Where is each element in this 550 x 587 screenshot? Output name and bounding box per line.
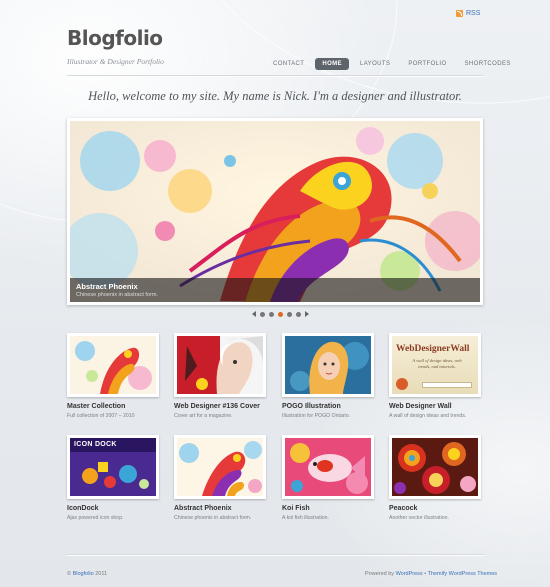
nav-contact[interactable]: CONTACT: [266, 58, 311, 70]
portfolio-thumb[interactable]: ICON DOCK: [67, 435, 159, 499]
rss-link[interactable]: RSS: [456, 10, 480, 17]
slide-caption: Abstract Phoenix Chinese phoenix in abst…: [70, 278, 480, 302]
copyright-year: 2011: [93, 571, 108, 577]
portfolio-thumb[interactable]: [67, 333, 159, 397]
portfolio-desc: Full collection of 2007 – 2010: [67, 413, 135, 419]
featured-slider[interactable]: Abstract Phoenix Chinese phoenix in abst…: [67, 118, 483, 305]
portfolio-thumb[interactable]: [282, 435, 374, 499]
portfolio-item[interactable]: Abstract Phoenix Chinese phoenix in abst…: [174, 435, 266, 521]
portfolio-title[interactable]: Web Designer #136 Cover: [174, 403, 266, 410]
peacock-image: [392, 438, 478, 496]
slide-image-abstract-phoenix: [70, 121, 480, 302]
footer-copyright: © Blogfolio 2011: [67, 571, 107, 577]
web-designer-cover-image: [177, 336, 263, 394]
slide-title[interactable]: Abstract Phoenix: [76, 282, 474, 291]
footer-site-link[interactable]: Blogfolio: [73, 571, 94, 577]
wdw-thumb-subtitle: A wall of design ideas, web trends, and …: [412, 358, 462, 369]
portfolio-item[interactable]: Web Designer #136 Cover Cover art for a …: [174, 333, 266, 419]
portfolio-desc: A koi fish illustration.: [282, 515, 329, 521]
wdw-thumb-bird: [396, 378, 408, 390]
portfolio-title[interactable]: Abstract Phoenix: [174, 505, 266, 512]
next-arrow-icon[interactable]: [305, 311, 309, 317]
portfolio-thumb[interactable]: WebDesignerWall A wall of design ideas, …: [389, 333, 481, 397]
main-nav: CONTACT HOME LAYOUTS PORTFOLIO SHORTCODE…: [266, 58, 522, 70]
slider-dot-3[interactable]: [278, 311, 283, 317]
portfolio-title[interactable]: Koi Fish: [282, 505, 374, 512]
themify-link[interactable]: Themify WordPress Themes: [428, 571, 497, 577]
portfolio-thumb[interactable]: [174, 333, 266, 397]
slider-dot-1[interactable]: [260, 311, 265, 317]
master-collection-image: [70, 336, 156, 394]
portfolio-item[interactable]: Master Collection Full collection of 200…: [67, 333, 159, 419]
prev-arrow-icon[interactable]: [252, 311, 256, 317]
site-tagline: Illustrator & Designer Portfolio: [67, 57, 164, 66]
icondock-thumb-title: ICON DOCK: [74, 441, 117, 448]
portfolio-thumb[interactable]: [174, 435, 266, 499]
pogo-illustration-image: [285, 336, 371, 394]
portfolio-title[interactable]: Peacock: [389, 505, 481, 512]
nav-shortcodes[interactable]: SHORTCODES: [458, 58, 518, 70]
slider-dot-4[interactable]: [287, 311, 292, 317]
portfolio-thumb[interactable]: [282, 333, 374, 397]
header-divider: [67, 75, 483, 76]
slider-dot-2[interactable]: [269, 311, 274, 317]
nav-home[interactable]: HOME: [315, 58, 349, 70]
portfolio-title[interactable]: POGO Illustration: [282, 403, 374, 410]
slider-pager: [252, 311, 309, 317]
rss-label: RSS: [466, 10, 481, 17]
portfolio-item[interactable]: POGO Illustration Illustration for POGO …: [282, 333, 374, 419]
portfolio-item[interactable]: ICON DOCK IconDock Ajax powered icon sho…: [67, 435, 159, 521]
welcome-message: Hello, welcome to my site. My name is Ni…: [88, 89, 462, 103]
portfolio-item[interactable]: WebDesignerWall A wall of design ideas, …: [389, 333, 481, 419]
portfolio-desc: Cover art for a magazine.: [174, 413, 233, 419]
portfolio-thumb[interactable]: [389, 435, 481, 499]
portfolio-item[interactable]: Koi Fish A koi fish illustration.: [282, 435, 374, 521]
abstract-phoenix-thumb-image: [177, 438, 263, 496]
powered-by-label: Powered by: [365, 571, 396, 577]
portfolio-title[interactable]: Master Collection: [67, 403, 159, 410]
portfolio-title[interactable]: IconDock: [67, 505, 159, 512]
wordpress-link[interactable]: WordPress: [396, 571, 423, 577]
koi-fish-image: [285, 438, 371, 496]
site-logo[interactable]: Blogfolio: [67, 26, 163, 50]
slide-subtitle: Chinese phoenix in abstract form.: [76, 292, 158, 298]
nav-portfolio[interactable]: PORTFOLIO: [401, 58, 453, 70]
slider-dot-5[interactable]: [296, 311, 301, 317]
wdw-thumb-search: [422, 382, 472, 388]
portfolio-desc: A wall of design ideas and trends.: [389, 413, 467, 419]
portfolio-item[interactable]: Peacock Another vector illustration.: [389, 435, 481, 521]
nav-layouts[interactable]: LAYOUTS: [353, 58, 397, 70]
footer-divider: [67, 554, 483, 555]
wdw-thumb-title: WebDesignerWall: [396, 344, 470, 354]
portfolio-title[interactable]: Web Designer Wall: [389, 403, 481, 410]
portfolio-desc: Ajax powered icon shop.: [67, 515, 124, 521]
portfolio-desc: Chinese phoenix in abstract form.: [174, 515, 252, 521]
portfolio-desc: Illustration for POGO Ontario.: [282, 413, 351, 419]
portfolio-desc: Another vector illustration.: [389, 515, 449, 521]
footer-credits: Powered by WordPress • Themify WordPress…: [365, 571, 497, 577]
rss-icon: [456, 10, 463, 17]
